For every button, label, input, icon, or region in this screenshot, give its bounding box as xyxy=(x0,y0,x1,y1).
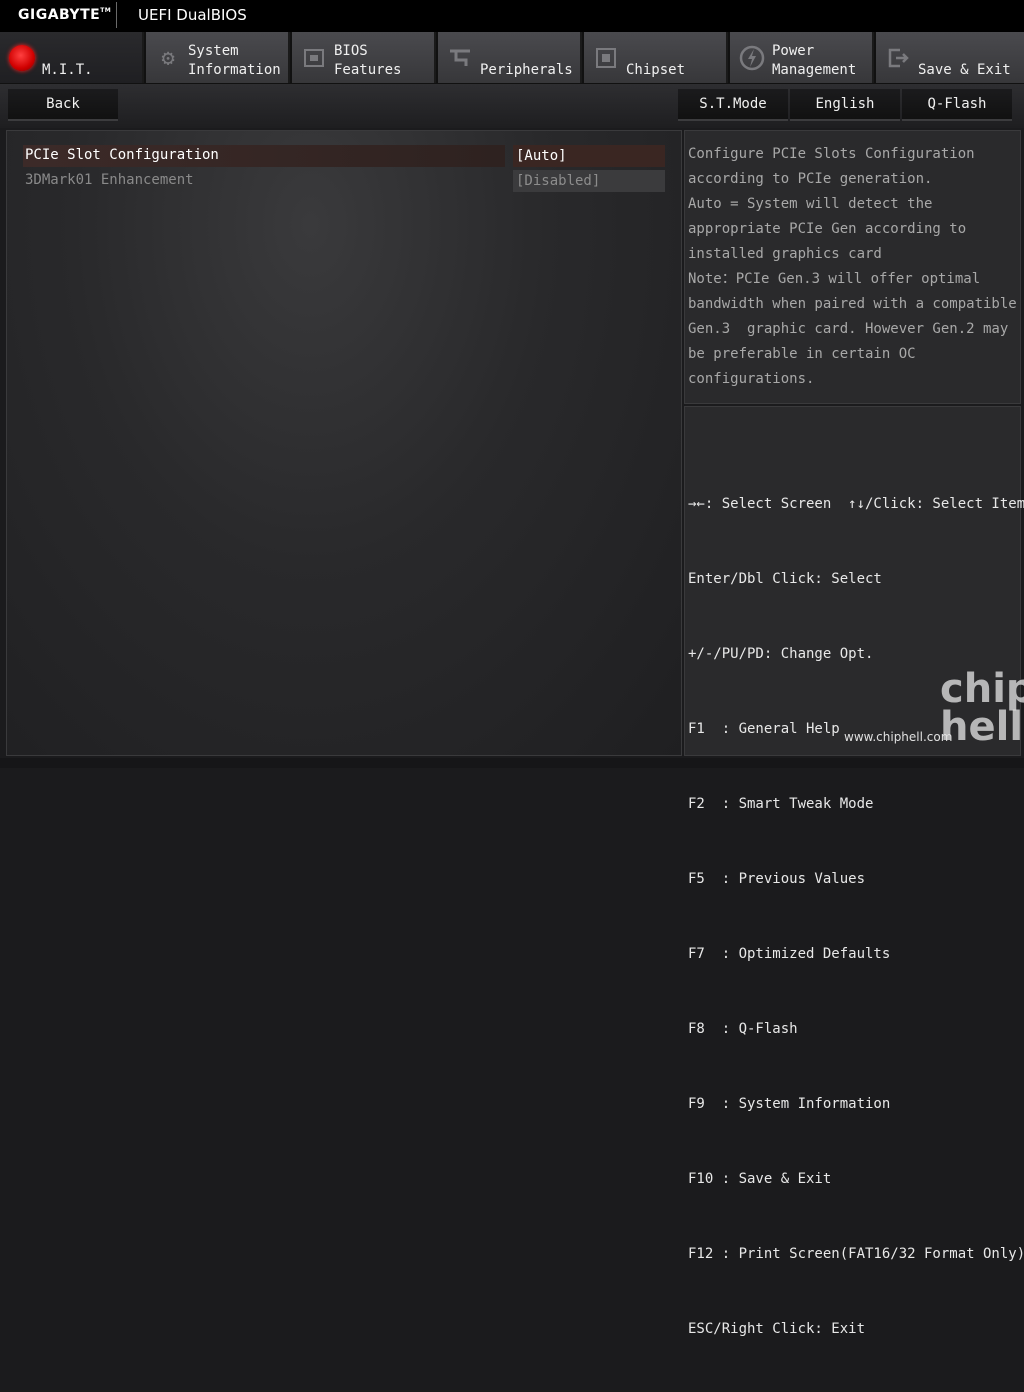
chipset-icon xyxy=(592,44,620,72)
settings-panel: PCIe Slot Configuration [Auto] 3DMark01 … xyxy=(6,130,682,756)
key-hint: F12 : Print Screen(FAT16/32 Format Only) xyxy=(688,1246,1024,1262)
setting-value: [Disabled] xyxy=(513,170,665,192)
tab-label: Save & Exit xyxy=(918,62,1011,78)
key-hint: F8 : Q-Flash xyxy=(688,1021,798,1037)
tab-mit[interactable]: M.I.T. xyxy=(0,32,144,83)
qflash-button[interactable]: Q-Flash xyxy=(902,89,1012,121)
plug-icon xyxy=(446,44,474,72)
key-hint: F9 : System Information xyxy=(688,1096,891,1112)
setting-value[interactable]: [Auto] xyxy=(513,145,665,167)
tab-chipset[interactable]: Chipset xyxy=(584,32,728,83)
setting-name: 3DMark01 Enhancement xyxy=(25,172,194,188)
brand-separator xyxy=(116,2,117,28)
help-panel: Configure PCIe Slots Configuration accor… xyxy=(684,130,1021,404)
key-hint: →←: Select Screen ↑↓/Click: Select Item xyxy=(688,496,1024,512)
key-hint: +/-/PU/PD: Change Opt. xyxy=(688,646,874,662)
bottom-border xyxy=(0,758,1024,768)
help-text: Configure PCIe Slots Configuration accor… xyxy=(688,146,1017,387)
mit-icon xyxy=(9,45,35,71)
key-hint: ESC/Right Click: Exit xyxy=(688,1321,866,1337)
tab-label: Power Management xyxy=(772,43,857,78)
language-button[interactable]: English xyxy=(790,89,900,121)
chip-icon xyxy=(300,44,328,72)
setting-row-3dmark01-enhancement: 3DMark01 Enhancement [Disabled] xyxy=(23,170,665,192)
tab-power-management[interactable]: Power Management xyxy=(730,32,874,83)
main-tabs: M.I.T. ⚙ System Information BIOS Feature… xyxy=(0,32,1024,84)
key-hint: F5 : Previous Values xyxy=(688,871,866,887)
key-hint: F1 : General Help xyxy=(688,721,840,737)
tab-peripherals[interactable]: Peripherals xyxy=(438,32,582,83)
tab-label: M.I.T. xyxy=(42,62,93,78)
tab-label: Peripherals xyxy=(480,62,573,78)
bios-title: UEFI DualBIOS xyxy=(138,6,247,24)
brand-bar: GIGABYTETM UEFI DualBIOS xyxy=(0,0,1024,32)
key-legend: →←: Select Screen ↑↓/Click: Select Item … xyxy=(688,442,1024,1392)
toolbar: Back S.T.Mode English Q-Flash xyxy=(0,84,1024,128)
tab-bios-features[interactable]: BIOS Features xyxy=(292,32,436,83)
st-mode-button[interactable]: S.T.Mode xyxy=(678,89,788,121)
gear-icon: ⚙ xyxy=(161,45,175,71)
key-hint: Enter/Dbl Click: Select xyxy=(688,571,882,587)
exit-icon xyxy=(884,44,912,72)
tab-system-information[interactable]: ⚙ System Information xyxy=(146,32,290,83)
tab-label: Chipset xyxy=(626,62,686,78)
tab-label: System Information xyxy=(188,43,281,78)
power-icon xyxy=(738,44,766,72)
gigabyte-logo: GIGABYTETM xyxy=(18,7,112,23)
key-hint: F2 : Smart Tweak Mode xyxy=(688,796,874,812)
tab-label: BIOS Features xyxy=(334,43,402,78)
key-hint: F10 : Save & Exit xyxy=(688,1171,832,1187)
tab-save-exit[interactable]: Save & Exit xyxy=(876,32,1024,83)
back-button[interactable]: Back xyxy=(8,89,118,121)
key-hint: F7 : Optimized Defaults xyxy=(688,946,891,962)
setting-name: PCIe Slot Configuration xyxy=(25,147,219,163)
setting-row-pcie-slot-configuration[interactable]: PCIe Slot Configuration [Auto] xyxy=(23,145,665,167)
key-legend-panel: →←: Select Screen ↑↓/Click: Select Item … xyxy=(684,406,1024,1337)
